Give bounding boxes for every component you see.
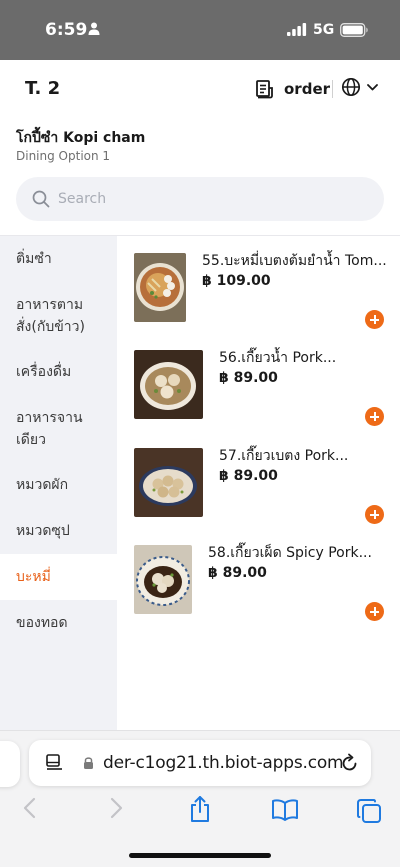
page-menu-icon[interactable] [46, 754, 63, 771]
receipt-icon [256, 80, 273, 99]
signal-icon [287, 23, 307, 36]
category-noodles[interactable]: บะหมี่ [0, 554, 117, 600]
battery-icon [340, 23, 368, 37]
forward-icon[interactable] [110, 797, 124, 819]
network-type: 5G [313, 22, 335, 38]
share-icon[interactable] [189, 795, 211, 823]
category-fried[interactable]: ของทอด [0, 612, 117, 634]
food-image [134, 350, 203, 419]
menu-list: 55.บะหมี่เบตงต้มยำน้ำ Tom... ฿ 109.00 56… [117, 236, 400, 730]
item-price: ฿ 109.00 [202, 273, 271, 289]
lock-icon [84, 757, 93, 769]
item-name: 56.เกี๊ยวน้ำ Pork... [219, 350, 337, 366]
bookmarks-icon[interactable] [271, 799, 299, 821]
app-header: T. 2 order [0, 60, 400, 118]
add-to-cart-button[interactable] [365, 310, 384, 329]
category-dimsum[interactable]: ติ่มซำ [0, 248, 117, 270]
address-bar[interactable]: der-c1og21.th.biot-apps.com [29, 740, 371, 786]
item-name: 55.บะหมี่เบตงต้มยำน้ำ Tom... [202, 253, 387, 269]
browser-toolbar: der-c1og21.th.biot-apps.com [0, 730, 400, 867]
category-sidebar: ติ่มซำ อาหารตามสั่ง(กับข้าว) เครื่องดื่ม… [0, 236, 117, 730]
url-text: der-c1og21.th.biot-apps.com [103, 753, 344, 773]
item-price: ฿ 89.00 [219, 370, 278, 386]
store-name: โกปี้ซำ Kopi cham [16, 130, 146, 146]
person-icon [88, 22, 100, 35]
order-label: order [284, 80, 331, 98]
add-to-cart-button[interactable] [365, 505, 384, 524]
category-one-dish[interactable]: อาหารจานเดียว [0, 407, 100, 451]
back-icon[interactable] [22, 797, 36, 819]
dining-option: Dining Option 1 [16, 149, 111, 163]
search-input[interactable] [58, 177, 358, 221]
category-soup[interactable]: หมวดซุป [0, 520, 117, 542]
food-image [134, 253, 186, 322]
category-made-to-order[interactable]: อาหารตามสั่ง(กับข้าว) [0, 294, 100, 338]
order-button[interactable]: order [254, 77, 330, 101]
home-indicator [129, 853, 271, 858]
category-vegetables[interactable]: หมวดผัก [0, 474, 117, 496]
food-image [134, 448, 203, 517]
item-name: 57.เกี๊ยวเบตง Pork... [219, 448, 349, 464]
item-price: ฿ 89.00 [208, 565, 267, 581]
reload-icon[interactable] [341, 753, 359, 773]
add-to-cart-button[interactable] [365, 602, 384, 621]
globe-icon [341, 77, 361, 97]
item-price: ฿ 89.00 [219, 468, 278, 484]
table-label: T. 2 [25, 78, 61, 99]
chevron-down-icon [367, 83, 378, 90]
add-to-cart-button[interactable] [365, 407, 384, 426]
previous-tab-preview[interactable] [0, 741, 20, 787]
category-drinks[interactable]: เครื่องดื่ม [0, 361, 117, 383]
status-bar: 6:59 5G [0, 0, 400, 60]
search-bar[interactable] [16, 177, 384, 221]
food-image [134, 545, 192, 614]
search-icon [32, 190, 50, 208]
header-divider [332, 80, 333, 98]
language-selector[interactable] [341, 77, 378, 97]
status-time: 6:59 [45, 20, 88, 40]
tabs-icon[interactable] [356, 798, 382, 824]
item-name: 58.เกี๊ยวเผ็ด Spicy Pork... [208, 545, 372, 561]
